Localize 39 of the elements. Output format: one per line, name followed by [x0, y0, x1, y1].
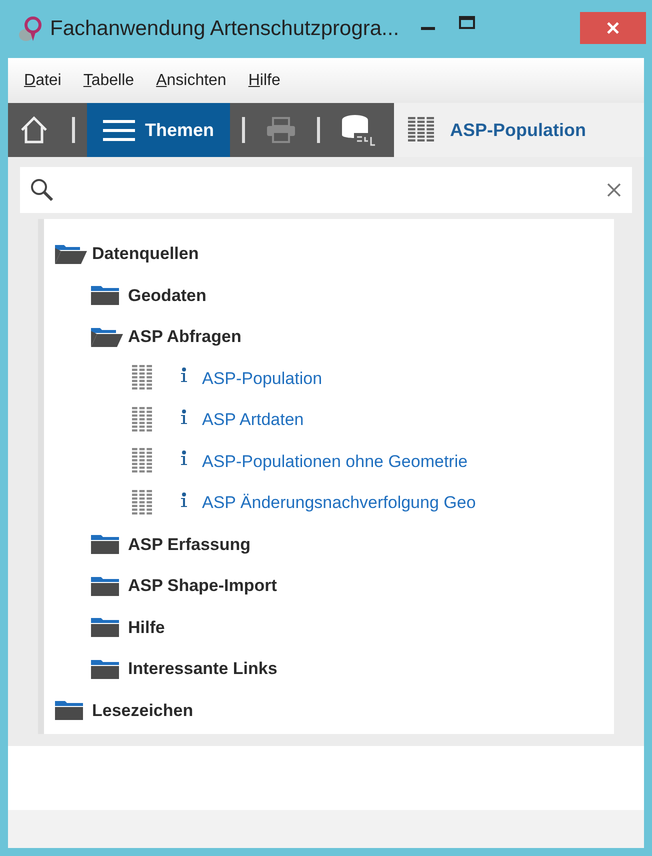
close-button[interactable]	[580, 12, 646, 44]
clear-icon[interactable]	[606, 182, 622, 198]
query-link[interactable]: ASP Änderungsnachverfolgung Geo	[202, 490, 476, 516]
table-icon	[132, 448, 154, 474]
menu-item[interactable]: Datei	[24, 68, 62, 92]
info-icon[interactable]	[180, 408, 188, 425]
table-icon	[132, 365, 154, 392]
folder-label[interactable]: Hilfe	[128, 614, 165, 640]
folder-label[interactable]: ASP Shape-Import	[128, 573, 277, 598]
folder-label[interactable]: Geodaten	[128, 282, 206, 308]
close-icon	[606, 21, 620, 35]
database-icon	[340, 113, 376, 147]
info-icon[interactable]	[180, 492, 188, 508]
table-icon	[408, 117, 436, 143]
search-icon	[30, 178, 54, 202]
folder-label[interactable]: Lesezeichen	[92, 698, 194, 723]
table-icon	[132, 490, 154, 516]
menu-item[interactable]: Hilfe	[248, 68, 280, 92]
view-tab[interactable]: ASP-Population	[394, 103, 644, 157]
query-link[interactable]: ASP-Population	[202, 366, 322, 391]
themes-button[interactable]: Themen	[87, 103, 230, 157]
menu-icon	[103, 118, 135, 142]
info-icon[interactable]	[180, 367, 188, 384]
info-icon[interactable]	[180, 450, 188, 466]
query-link[interactable]: ASP-Populationen ohne Geometrie	[202, 448, 468, 474]
search-field[interactable]	[20, 167, 632, 213]
folder-label[interactable]: Datenquellen	[92, 241, 199, 266]
folder-label[interactable]: ASP Abfragen	[128, 324, 242, 350]
menu-item[interactable]: Tabelle	[83, 68, 134, 92]
maximize-icon[interactable]	[459, 16, 476, 28]
folder-label[interactable]: Interessante Links	[128, 656, 278, 682]
query-link[interactable]: ASP Artdaten	[202, 407, 304, 432]
folder-label[interactable]: ASP Erfassung	[128, 532, 251, 557]
window-title: Fachanwendung Artenschutzprogra...	[50, 16, 400, 42]
pin-icon	[18, 15, 44, 43]
menu-item[interactable]: Ansichten	[156, 68, 226, 92]
minimize-icon[interactable]	[421, 27, 436, 31]
table-icon	[132, 406, 154, 433]
printer-icon	[265, 116, 298, 144]
